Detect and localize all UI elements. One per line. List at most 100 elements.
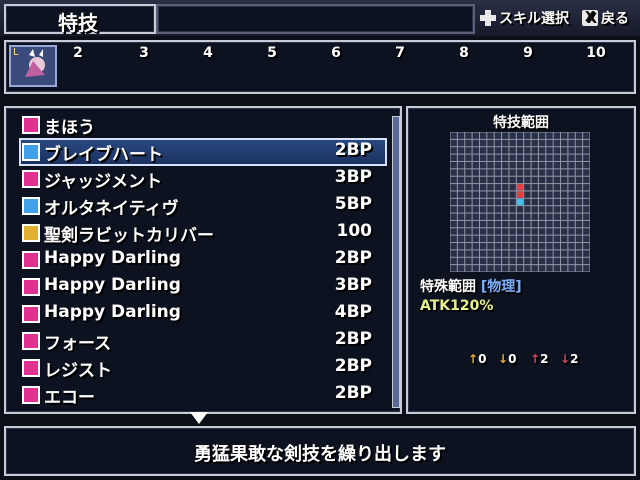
range-panel: 特技範囲 ↑0 ↓0 ↑2 ↓2 特殊範囲 [物理] ATK120% xyxy=(406,106,636,414)
grid-cell xyxy=(509,235,516,243)
grid-cell xyxy=(561,198,568,206)
grid-cell xyxy=(575,154,583,161)
grid-cell xyxy=(502,154,509,161)
grid-cell xyxy=(457,213,465,220)
grid-cell xyxy=(575,265,583,272)
grid-cell xyxy=(546,265,553,272)
grid-cell xyxy=(487,250,494,257)
grid-cell xyxy=(479,265,487,272)
grid-cell xyxy=(575,169,583,176)
grid-cell xyxy=(561,176,568,184)
grid-cell xyxy=(568,235,575,243)
skill-row[interactable]: Happy Darling 3BP xyxy=(20,274,386,300)
level-slot-10[interactable]: 10 xyxy=(586,45,606,61)
grid-cell xyxy=(457,235,465,243)
grid-cell xyxy=(546,228,553,235)
grid-cell xyxy=(494,257,502,265)
grid-cell xyxy=(450,147,457,154)
level-slot-7[interactable]: 7 xyxy=(390,45,410,61)
grid-cell xyxy=(487,169,494,176)
grid-cell xyxy=(516,176,524,184)
grid-cell xyxy=(450,139,457,147)
grid-cell xyxy=(487,184,494,191)
hint-back[interactable]: X 戻る xyxy=(582,8,629,28)
modifier-arrow-icon: ↑ xyxy=(530,352,541,366)
grid-cell xyxy=(502,176,509,184)
grid-cell xyxy=(509,250,516,257)
grid-cell xyxy=(538,220,546,228)
level-slot-4[interactable]: 4 xyxy=(198,45,218,61)
hint-back-label: 戻る xyxy=(601,11,629,27)
grid-cell xyxy=(450,250,457,257)
hint-skill-select[interactable]: スキル選択 xyxy=(480,8,569,28)
skill-row[interactable]: エコー 2BP xyxy=(20,382,386,408)
grid-cell xyxy=(450,243,457,250)
range-modifier: ↓2 xyxy=(560,352,578,366)
grid-cell xyxy=(509,184,516,191)
level-slot-5[interactable]: 5 xyxy=(262,45,282,61)
grid-cell xyxy=(561,139,568,147)
grid-cell xyxy=(472,161,479,169)
grid-cell xyxy=(583,220,590,228)
grid-cell xyxy=(479,139,487,147)
grid-cell xyxy=(553,198,561,206)
grid-cell xyxy=(472,176,479,184)
skill-row[interactable]: ブレイブハート 2BP xyxy=(19,138,387,166)
grid-cell xyxy=(538,206,546,213)
page-title: 特技 xyxy=(58,11,98,35)
grid-cell xyxy=(561,250,568,257)
more-down-arrow-icon xyxy=(190,412,208,424)
skill-name: レジスト xyxy=(44,361,112,381)
grid-cell xyxy=(531,154,538,161)
grid-cell xyxy=(465,169,472,176)
modifier-arrow-icon: ↑ xyxy=(468,352,479,366)
grid-cell xyxy=(524,220,531,228)
skill-type-icon xyxy=(22,278,40,296)
header-divider xyxy=(156,4,475,34)
grid-cell xyxy=(502,220,509,228)
skill-cost: 3BP xyxy=(334,275,372,295)
grid-cell xyxy=(524,169,531,176)
grid-cell xyxy=(561,220,568,228)
skill-row[interactable]: Happy Darling 4BP xyxy=(20,301,386,327)
grid-cell xyxy=(472,191,479,198)
grid-cell xyxy=(553,154,561,161)
level-slot-2[interactable]: 2 xyxy=(68,45,88,61)
skill-row[interactable]: 聖剣ラビットカリバー 100 xyxy=(20,220,386,246)
grid-cell xyxy=(509,169,516,176)
grid-cell xyxy=(465,161,472,169)
special-range-line: 特殊範囲 [物理] xyxy=(420,276,522,296)
grid-cell xyxy=(450,154,457,161)
grid-cell xyxy=(583,235,590,243)
skill-row[interactable]: Happy Darling 2BP xyxy=(20,247,386,273)
skill-row[interactable]: ジャッジメント 3BP xyxy=(20,166,386,192)
skill-cost: 2BP xyxy=(334,383,372,403)
grid-cell xyxy=(516,228,524,235)
grid-cell xyxy=(502,132,509,139)
grid-cell xyxy=(479,257,487,265)
scrollbar-thumb[interactable] xyxy=(393,117,399,407)
grid-cell xyxy=(561,206,568,213)
grid-cell xyxy=(457,132,465,139)
level-slot-3[interactable]: 3 xyxy=(134,45,154,61)
skill-row[interactable]: レジスト 2BP xyxy=(20,355,386,381)
grid-cell xyxy=(487,235,494,243)
level-slot-8[interactable]: 8 xyxy=(454,45,474,61)
grid-cell xyxy=(457,176,465,184)
grid-cell xyxy=(494,250,502,257)
skill-cost: 2BP xyxy=(334,248,372,268)
level-slot-9[interactable]: 9 xyxy=(518,45,538,61)
level-slot-6[interactable]: 6 xyxy=(326,45,346,61)
grid-cell xyxy=(538,243,546,250)
scrollbar[interactable] xyxy=(392,116,400,408)
grid-cell xyxy=(487,147,494,154)
skill-row[interactable]: フォース 2BP xyxy=(20,328,386,354)
skill-row[interactable]: まほう xyxy=(20,112,386,138)
grid-cell xyxy=(516,161,524,169)
grid-cell xyxy=(479,220,487,228)
skill-cost: 2BP xyxy=(334,329,372,349)
skill-row[interactable]: オルタネイティヴ 5BP xyxy=(20,193,386,219)
level-slot-current[interactable]: L xyxy=(9,45,57,87)
grid-cell xyxy=(494,220,502,228)
grid-cell xyxy=(516,147,524,154)
